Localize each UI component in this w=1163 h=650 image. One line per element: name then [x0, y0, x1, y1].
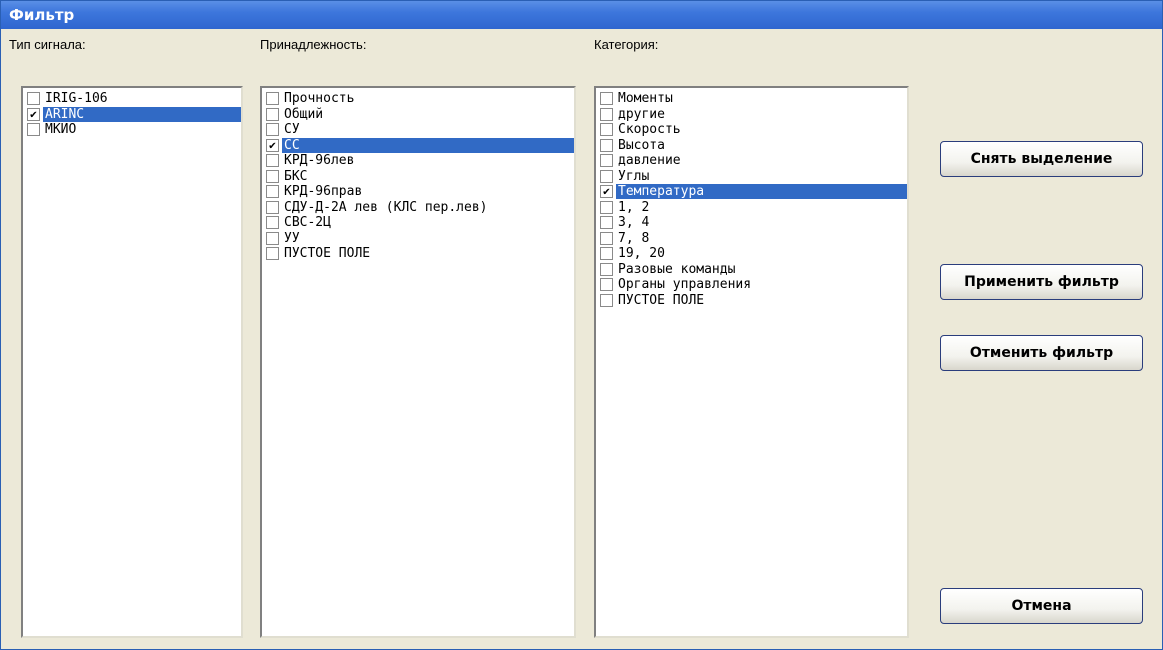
list-item-label: 1, 2 — [618, 199, 650, 215]
list-item[interactable]: Углы — [596, 169, 907, 185]
list-item-label: ПУСТОЕ ПОЛЕ — [284, 246, 371, 262]
checkbox[interactable] — [600, 138, 613, 152]
list-item[interactable]: 1, 2 — [596, 200, 907, 216]
list-item[interactable]: УУ — [262, 231, 574, 247]
list-item-label: Углы — [618, 168, 650, 184]
apply-filter-button[interactable]: Применить фильтр — [940, 264, 1143, 300]
category-label: Категория: — [594, 37, 659, 52]
list-item[interactable]: Общий — [262, 107, 574, 123]
checkbox[interactable] — [266, 107, 279, 121]
checkbox[interactable] — [266, 185, 279, 199]
list-item[interactable]: другие — [596, 107, 907, 123]
checkbox[interactable] — [266, 169, 279, 183]
checkbox[interactable] — [600, 92, 613, 106]
list-item[interactable]: ПУСТОЕ ПОЛЕ — [262, 246, 574, 262]
list-item[interactable]: Органы управления — [596, 277, 907, 293]
list-item-label: Моменты — [618, 91, 673, 107]
list-item[interactable]: КРД-96лев — [262, 153, 574, 169]
list-item-label: Прочность — [284, 91, 355, 107]
list-item-label: ARINC — [43, 106, 241, 122]
checkbox[interactable] — [266, 231, 279, 245]
list-item[interactable]: БКС — [262, 169, 574, 185]
list-item[interactable]: IRIG-106 — [23, 91, 241, 107]
checkbox[interactable] — [600, 123, 613, 137]
checkbox[interactable] — [600, 262, 613, 276]
list-item-label: Высота — [618, 137, 665, 153]
checkbox[interactable] — [27, 123, 40, 137]
list-item-label: Температура — [616, 184, 907, 200]
category-list[interactable]: МоментыдругиеСкоростьВысотадавлениеУглыТ… — [594, 86, 909, 638]
checkbox[interactable] — [600, 247, 613, 261]
list-item-label: СДУ-Д-2А лев (КЛС пер.лев) — [284, 199, 488, 215]
list-item[interactable]: СДУ-Д-2А лев (КЛС пер.лев) — [262, 200, 574, 216]
list-item[interactable]: Моменты — [596, 91, 907, 107]
checkbox[interactable] — [600, 107, 613, 121]
list-item-label: УУ — [284, 230, 300, 246]
list-item-label: 7, 8 — [618, 230, 650, 246]
checkbox[interactable] — [600, 169, 613, 183]
list-item-label: МКИО — [45, 122, 77, 138]
checkbox[interactable] — [600, 231, 613, 245]
list-item-label: ПУСТОЕ ПОЛЕ — [618, 292, 705, 308]
checkbox[interactable] — [600, 278, 613, 292]
filter-dialog: Фильтр Тип сигнала: IRIG-106ARINCМКИО Пр… — [0, 0, 1163, 650]
list-item[interactable]: 3, 4 — [596, 215, 907, 231]
checkbox[interactable] — [27, 92, 40, 106]
list-item[interactable]: СС — [262, 137, 574, 154]
window-title: Фильтр — [9, 6, 75, 24]
list-item-label: Общий — [284, 106, 324, 122]
list-item-label: Скорость — [618, 122, 681, 138]
checkbox[interactable] — [266, 92, 279, 106]
checkbox[interactable] — [600, 293, 613, 307]
list-item-label: IRIG-106 — [45, 91, 108, 107]
list-item[interactable]: Температура — [596, 184, 907, 200]
list-item-label: СВС-2Ц — [284, 215, 331, 231]
signal-type-list[interactable]: IRIG-106ARINCМКИО — [21, 86, 243, 638]
list-item[interactable]: СВС-2Ц — [262, 215, 574, 231]
list-item-label: КРД-96лев — [284, 153, 355, 169]
affiliation-list[interactable]: ПрочностьОбщийСУССКРД-96левБКСКРД-96прав… — [260, 86, 576, 638]
list-item[interactable]: давление — [596, 153, 907, 169]
list-item-label: СС — [282, 137, 574, 153]
checkbox[interactable] — [266, 247, 279, 261]
list-item[interactable]: Разовые команды — [596, 262, 907, 278]
list-item[interactable]: 7, 8 — [596, 231, 907, 247]
title-bar[interactable]: Фильтр — [1, 1, 1162, 29]
signal-type-label: Тип сигнала: — [9, 37, 86, 52]
list-item-label: Разовые команды — [618, 261, 736, 277]
checkbox[interactable] — [266, 123, 279, 137]
cancel-filter-button[interactable]: Отменить фильтр — [940, 335, 1143, 371]
checkbox[interactable] — [266, 138, 279, 152]
affiliation-label: Принадлежность: — [260, 37, 367, 52]
list-item-label: давление — [618, 153, 681, 169]
list-item-label: 3, 4 — [618, 215, 650, 231]
cancel-button[interactable]: Отмена — [940, 588, 1143, 624]
list-item[interactable]: ARINC — [23, 106, 241, 123]
checkbox[interactable] — [266, 154, 279, 168]
list-item[interactable]: Прочность — [262, 91, 574, 107]
list-item-label: БКС — [284, 168, 308, 184]
list-item[interactable]: ПУСТОЕ ПОЛЕ — [596, 293, 907, 309]
checkbox[interactable] — [600, 185, 613, 199]
list-item-label: другие — [618, 106, 665, 122]
list-item-label: 19, 20 — [618, 246, 665, 262]
list-item-label: СУ — [284, 122, 300, 138]
checkbox[interactable] — [266, 200, 279, 214]
list-item[interactable]: МКИО — [23, 122, 241, 138]
clear-selection-button[interactable]: Снять выделение — [940, 141, 1143, 177]
checkbox[interactable] — [600, 154, 613, 168]
checkbox[interactable] — [266, 216, 279, 230]
checkbox[interactable] — [27, 107, 40, 121]
checkbox[interactable] — [600, 200, 613, 214]
list-item[interactable]: СУ — [262, 122, 574, 138]
checkbox[interactable] — [600, 216, 613, 230]
list-item[interactable]: КРД-96прав — [262, 184, 574, 200]
list-item-label: КРД-96прав — [284, 184, 363, 200]
list-item[interactable]: 19, 20 — [596, 246, 907, 262]
list-item[interactable]: Высота — [596, 138, 907, 154]
list-item-label: Органы управления — [618, 277, 752, 293]
list-item[interactable]: Скорость — [596, 122, 907, 138]
